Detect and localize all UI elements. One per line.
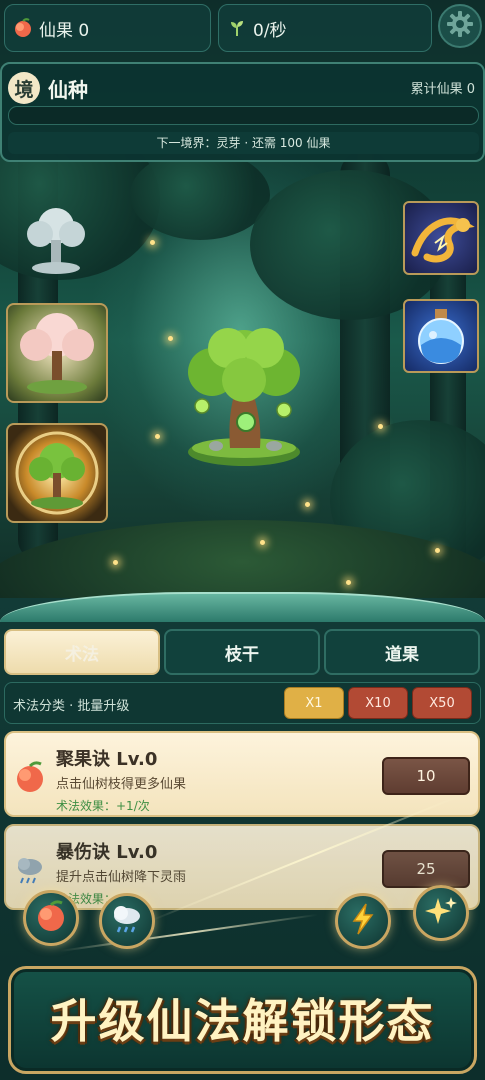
firefly [435, 548, 440, 553]
upgrade-cost-button[interactable]: 10 [382, 757, 470, 795]
upgrade-cost-button[interactable]: 25 [382, 850, 470, 888]
realm-name: 仙种 [48, 78, 88, 102]
rain-cloud-icon [14, 854, 46, 886]
peach-icon [14, 761, 46, 793]
firefly [155, 434, 160, 439]
blossom-tree-icon[interactable] [6, 303, 108, 403]
skill-description: 点击仙树枝得更多仙果 [56, 777, 187, 792]
multiplier-x10-button[interactable]: X10 [348, 687, 408, 719]
firefly [378, 424, 383, 429]
firefly [113, 560, 118, 565]
realm-progress-bar [8, 106, 479, 125]
skill-name: 暴伤诀 Lv.0 [56, 842, 158, 863]
fruit-count-label: 仙果 0 [39, 20, 90, 41]
gear-icon [446, 10, 474, 42]
firefly [260, 540, 265, 545]
peach-quick-button[interactable] [23, 890, 79, 946]
tab-dao-fruit[interactable]: 道果 [324, 629, 480, 675]
firefly [346, 580, 351, 585]
rain-quick-button[interactable] [99, 893, 155, 949]
skill-card: 暴伤诀 Lv.0 提升点击仙树降下灵雨 术法效果： 25 [4, 824, 480, 910]
realm-total: 累计仙果 0 [410, 82, 475, 97]
multiplier-x1-button[interactable]: X1 [284, 687, 344, 719]
rain-cloud-icon [110, 902, 144, 940]
glowing-tree-icon[interactable] [6, 423, 108, 523]
lightning-icon [348, 902, 378, 940]
firefly [150, 240, 155, 245]
sparkle-icon [424, 894, 458, 932]
sprout-icon [227, 18, 247, 38]
multiplier-x50-button[interactable]: X50 [412, 687, 472, 719]
fruit-counter: 仙果 0 [4, 4, 211, 52]
background-foliage [130, 150, 270, 240]
settings-button[interactable] [438, 4, 482, 48]
firefly [305, 502, 310, 507]
dragon-icon[interactable] [403, 201, 479, 275]
skill-name: 聚果诀 Lv.0 [56, 749, 158, 770]
skill-card: 聚果诀 Lv.0 点击仙树枝得更多仙果 术法效果：+1/次 10 [4, 731, 480, 817]
spirit-tree-icon[interactable] [178, 318, 310, 468]
promo-banner: 升级仙法解锁形态 [8, 966, 477, 1074]
fruit-rate: 0/秒 [218, 4, 432, 52]
firefly [168, 336, 173, 341]
skill-effect: 术法效果：+1/次 [56, 799, 150, 813]
category-label: 术法分类 · 批量升级 [13, 699, 130, 714]
sparkle-quick-button[interactable] [413, 885, 469, 941]
realm-badge: 境 [8, 72, 40, 104]
realm-panel: 境 仙种 累计仙果 0 下一境界：灵芽 · 还需 100 仙果 [0, 62, 485, 162]
potion-icon[interactable] [403, 299, 479, 373]
lightning-quick-button[interactable] [335, 893, 391, 949]
peach-icon [35, 900, 67, 936]
fruit-rate-label: 0/秒 [253, 20, 287, 41]
tab-branches[interactable]: 枝干 [164, 629, 320, 675]
skill-description: 提升点击仙树降下灵雨 [56, 870, 187, 885]
realm-next-hint: 下一境界：灵芽 · 还需 100 仙果 [8, 132, 479, 154]
peach-icon [13, 18, 33, 38]
tab-spells[interactable]: 术法 [4, 629, 160, 675]
frost-tree-icon[interactable] [16, 200, 96, 280]
category-bar: 术法分类 · 批量升级 [4, 682, 481, 724]
banner-text: 升级仙法解锁形态 [50, 994, 435, 1048]
